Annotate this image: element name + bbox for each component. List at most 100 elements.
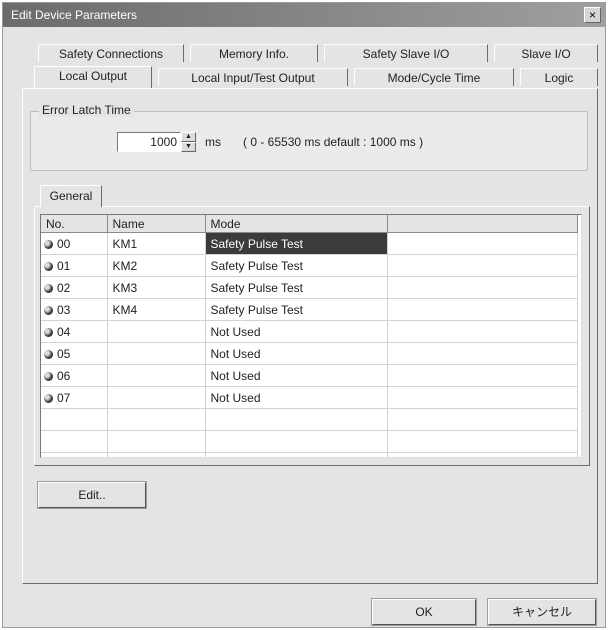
output-status-icon: [44, 371, 53, 381]
tab-safety-slave-io[interactable]: Safety Slave I/O: [324, 44, 488, 62]
column-header-mode[interactable]: Mode: [205, 215, 388, 233]
output-status-icon: [44, 239, 53, 249]
row-name-cell[interactable]: [107, 386, 206, 409]
row-number: 01: [57, 258, 71, 273]
row-number: 02: [57, 280, 71, 295]
row-number: 00: [57, 236, 71, 251]
tab-slave-io[interactable]: Slave I/O: [494, 44, 598, 62]
row-blank-cell: [387, 254, 578, 277]
tab-local-output[interactable]: Local Output: [34, 66, 152, 88]
row-number-cell[interactable]: 02: [41, 276, 108, 299]
empty-cell: [107, 430, 206, 453]
row-mode-cell[interactable]: Safety Pulse Test: [205, 276, 388, 299]
close-icon[interactable]: ×: [584, 7, 601, 23]
row-name-cell[interactable]: [107, 320, 206, 343]
error-latch-group: Error Latch Time 1000 ▲ ▼ ms ( 0 - 65530…: [30, 103, 588, 171]
row-mode-cell[interactable]: Safety Pulse Test: [205, 232, 388, 255]
empty-cell: [387, 452, 578, 457]
empty-cell: [107, 408, 206, 431]
column-header-name[interactable]: Name: [107, 215, 206, 233]
output-table[interactable]: No. Name Mode 00 KM1 Safety Pulse Test 01 KM…: [40, 214, 582, 458]
row-number-cell[interactable]: 06: [41, 364, 108, 387]
row-name-cell[interactable]: [107, 364, 206, 387]
row-mode-cell[interactable]: Not Used: [205, 320, 388, 343]
tab-local-input-test-output[interactable]: Local Input/Test Output: [158, 68, 348, 86]
error-latch-input[interactable]: 1000: [117, 132, 181, 152]
window-title: Edit Device Parameters: [11, 8, 138, 22]
error-latch-unit: ms: [205, 135, 221, 149]
tab-mode-cycle-time[interactable]: Mode/Cycle Time: [354, 68, 514, 86]
column-header-blank[interactable]: [387, 215, 578, 233]
empty-cell: [107, 452, 206, 457]
table-row-empty: [41, 430, 578, 453]
row-blank-cell: [387, 320, 578, 343]
row-number-cell[interactable]: 03: [41, 298, 108, 321]
row-number: 07: [57, 390, 71, 405]
empty-cell: [41, 452, 108, 457]
empty-cell: [41, 408, 108, 431]
row-mode-cell[interactable]: Not Used: [205, 386, 388, 409]
tab-logic[interactable]: Logic: [520, 68, 598, 86]
row-number: 05: [57, 346, 71, 361]
tab-safety-connections[interactable]: Safety Connections: [38, 44, 184, 62]
row-number-cell[interactable]: 07: [41, 386, 108, 409]
title-bar[interactable]: Edit Device Parameters ×: [3, 3, 605, 27]
output-status-icon: [44, 349, 53, 359]
cancel-button-label: キャンセル: [511, 605, 572, 619]
edit-button-label: Edit..: [78, 488, 106, 502]
tab-general[interactable]: General: [40, 185, 102, 207]
empty-cell: [387, 408, 578, 431]
column-header-no[interactable]: No.: [41, 215, 108, 233]
table-row[interactable]: 05 Not Used: [41, 342, 578, 365]
row-blank-cell: [387, 342, 578, 365]
row-number: 03: [57, 302, 71, 317]
error-latch-legend: Error Latch Time: [39, 103, 134, 117]
table-row-empty: [41, 408, 578, 431]
row-number: 04: [57, 324, 71, 339]
row-mode-cell[interactable]: Not Used: [205, 342, 388, 365]
output-table-grid: No. Name Mode 00 KM1 Safety Pulse Test 01 KM…: [41, 215, 578, 457]
table-row[interactable]: 03 KM4 Safety Pulse Test: [41, 298, 578, 321]
tab-memory-info[interactable]: Memory Info.: [190, 44, 318, 62]
cancel-button[interactable]: キャンセル: [487, 598, 597, 626]
spin-down-icon[interactable]: ▼: [181, 142, 196, 152]
empty-cell: [41, 430, 108, 453]
output-status-icon: [44, 327, 53, 337]
row-number-cell[interactable]: 01: [41, 254, 108, 277]
output-status-icon: [44, 283, 53, 293]
row-mode-cell[interactable]: Safety Pulse Test: [205, 254, 388, 277]
empty-cell: [205, 408, 388, 431]
table-row[interactable]: 07 Not Used: [41, 386, 578, 409]
output-status-icon: [44, 393, 53, 403]
row-number-cell[interactable]: 00: [41, 232, 108, 255]
row-name-cell[interactable]: [107, 342, 206, 365]
ok-button-label: OK: [415, 605, 433, 619]
edit-button[interactable]: Edit..: [37, 481, 147, 509]
row-name-cell[interactable]: KM2: [107, 254, 206, 277]
spin-up-icon[interactable]: ▲: [181, 132, 196, 142]
row-blank-cell: [387, 276, 578, 299]
row-mode-cell[interactable]: Safety Pulse Test: [205, 298, 388, 321]
row-number: 06: [57, 368, 71, 383]
table-row[interactable]: 02 KM3 Safety Pulse Test: [41, 276, 578, 299]
table-row[interactable]: 01 KM2 Safety Pulse Test: [41, 254, 578, 277]
row-name-cell[interactable]: KM3: [107, 276, 206, 299]
row-blank-cell: [387, 298, 578, 321]
row-blank-cell: [387, 364, 578, 387]
empty-cell: [205, 452, 388, 457]
row-name-cell[interactable]: KM1: [107, 232, 206, 255]
output-status-icon: [44, 261, 53, 271]
table-row[interactable]: 00 KM1 Safety Pulse Test: [41, 232, 578, 255]
row-blank-cell: [387, 386, 578, 409]
row-number-cell[interactable]: 04: [41, 320, 108, 343]
row-name-cell[interactable]: KM4: [107, 298, 206, 321]
ok-button[interactable]: OK: [371, 598, 477, 626]
table-row-empty: [41, 452, 578, 457]
row-blank-cell: [387, 232, 578, 255]
table-row[interactable]: 04 Not Used: [41, 320, 578, 343]
row-number-cell[interactable]: 05: [41, 342, 108, 365]
table-row[interactable]: 06 Not Used: [41, 364, 578, 387]
row-mode-cell[interactable]: Not Used: [205, 364, 388, 387]
empty-cell: [387, 430, 578, 453]
error-latch-range: ( 0 - 65530 ms default : 1000 ms ): [243, 135, 424, 149]
